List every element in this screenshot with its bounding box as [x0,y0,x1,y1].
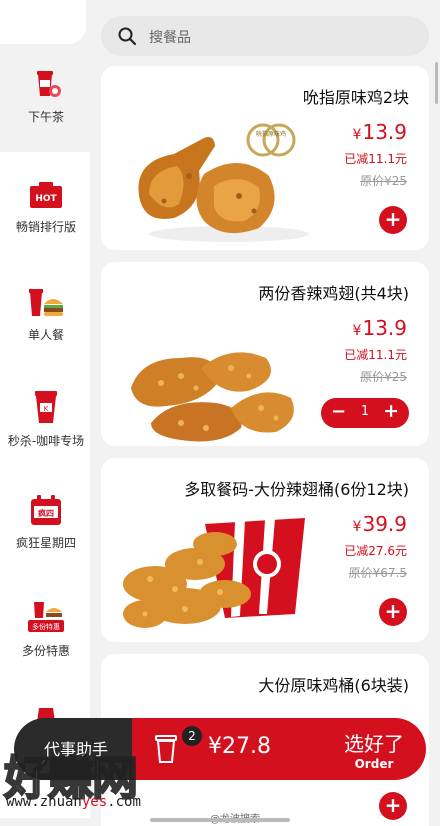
afternoon-tea-icon [37,71,61,97]
cart-total: ¥27.8 [208,734,271,759]
decrease-button[interactable]: − [331,401,346,422]
add-to-cart-button[interactable]: + [379,792,407,820]
search-input[interactable]: 搜餐品 [149,27,191,47]
sidebar-item-label: 畅销排行版 [15,220,76,234]
quantity-stepper[interactable]: − 1 + [321,398,409,428]
sidebar-item-label: 下午茶 [27,110,64,124]
add-to-cart-button[interactable]: + [379,598,407,626]
svg-text:吮指原味鸡: 吮指原味鸡 [256,130,286,138]
discount-text: 已减27.6元 [344,544,407,558]
svg-text:K: K [44,405,49,413]
crazy-thursday-icon: 疯四 [31,495,61,525]
product-card[interactable]: 吮指原味鸡 吮指原味鸡2块 ¥13.9 已减11.1元 原价¥25 + [101,66,429,250]
sidebar-item-afternoon-tea[interactable]: 下午茶 [0,66,92,125]
original-price: 原价¥67.5 [348,566,407,580]
svg-text:HOT: HOT [35,194,57,204]
product-name: 大份原味鸡桶(6块装) [258,676,409,695]
search-bar[interactable]: 搜餐品 [101,16,429,56]
search-icon [118,27,137,46]
hot-ranking-icon: HOT [30,182,62,208]
sidebar-item-hot-ranking[interactable]: HOT 畅销排行版 [0,180,92,235]
product-price: ¥13.9 [352,120,407,144]
product-card[interactable]: 多取餐码-大份辣翅桶(6份12块) ¥39.9 已减27.6元 原价¥67.5 … [101,458,429,642]
checkout-button[interactable]: 选好了 Order [344,728,404,771]
watermark-logo: 好赚网 www.zhuanyes.com [3,750,141,810]
increase-button[interactable]: + [383,400,399,422]
home-indicator [150,818,290,822]
svg-text:多份特惠: 多份特惠 [32,622,60,631]
wings-bucket-image [123,518,305,628]
product-name: 两份香辣鸡翅(共4块) [258,284,409,303]
anniversary-badge-icon: 吮指原味鸡 [246,123,296,157]
product-name: 多取餐码-大份辣翅桶(6份12块) [184,480,409,499]
category-sidebar: 下午茶 HOT 畅销排行版 单人餐 K 秒杀-咖啡专场 疯四 疯狂星期四 多份特… [0,0,92,826]
multi-deal-icon: 多份特惠 [28,602,64,632]
scrollbar[interactable] [435,62,438,104]
sidebar-item-coffee-flash-sale[interactable]: K 秒杀-咖啡专场 [0,388,92,449]
add-to-cart-button[interactable]: + [379,206,407,234]
product-price: ¥13.9 [352,316,407,340]
sidebar-item-label: 多份特惠 [21,644,70,658]
sidebar-item-single-meal[interactable]: 单人餐 [0,284,92,343]
discount-text: 已减11.1元 [344,152,407,166]
sidebar-item-label: 疯狂星期四 [15,536,76,550]
product-price: ¥39.9 [352,512,407,536]
sidebar-item-multi-deal[interactable]: 多份特惠 多份特惠 [0,598,92,659]
single-meal-icon [29,289,63,316]
svg-text:疯四: 疯四 [38,508,54,518]
sidebar-item-crazy-thursday[interactable]: 疯四 疯狂星期四 [0,494,92,551]
sidebar-item-label: 秒杀-咖啡专场 [7,434,85,448]
app-root: 下午茶 HOT 畅销排行版 单人餐 K 秒杀-咖啡专场 疯四 疯狂星期四 多份特… [0,0,440,826]
original-price: 原价¥25 [360,370,407,384]
spicy-wings-image [131,352,294,442]
coffee-cup-icon: K [35,391,57,423]
original-price: 原价¥25 [360,174,407,188]
discount-text: 已减11.1元 [344,348,407,362]
product-name: 吮指原味鸡2块 [302,88,409,107]
quantity-value: 1 [360,404,370,419]
sidebar-item-label: 单人餐 [27,328,64,342]
product-card[interactable]: 两份香辣鸡翅(共4块) ¥13.9 已减11.1元 原价¥25 − 1 + [101,262,429,446]
